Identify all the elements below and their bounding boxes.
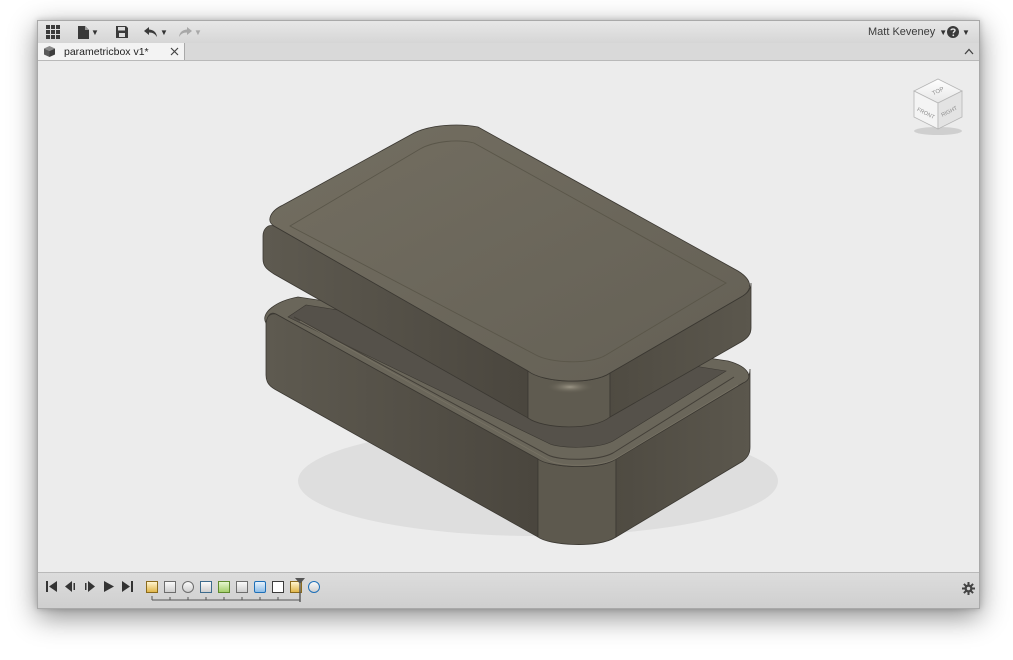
timeline-feature-move[interactable]: [254, 581, 266, 593]
chevron-down-icon: ▼: [194, 27, 202, 37]
gear-icon[interactable]: [962, 582, 975, 595]
timeline-feature-combine[interactable]: [236, 581, 248, 593]
component-icon: [44, 46, 55, 57]
chevron-down-icon: ▼: [160, 27, 168, 37]
document-tab[interactable]: parametricbox v1*: [38, 43, 185, 60]
lid-corner-highlight: [544, 380, 596, 394]
play-icon[interactable]: [103, 581, 114, 592]
user-menu[interactable]: Matt Keveney ▼: [868, 21, 947, 43]
save-icon: [116, 26, 128, 38]
timeline-feature-split[interactable]: [218, 581, 230, 593]
chevron-down-icon: ▼: [962, 27, 970, 37]
skip-to-start-icon[interactable]: [46, 581, 57, 592]
tray-front-corner: [537, 458, 617, 545]
timeline-marker[interactable]: [295, 578, 305, 602]
timeline-feature-fillet[interactable]: [182, 581, 194, 593]
chevron-up-icon[interactable]: [964, 48, 974, 55]
undo-icon: [144, 26, 157, 37]
app-window: ▼ ▼ ▼ Matt Keveney ▼ ▼ parametricbox v1*…: [37, 20, 980, 609]
tab-bar: parametricbox v1*: [38, 43, 979, 61]
timeline-feature-shell[interactable]: [200, 581, 212, 593]
help-icon: [947, 26, 959, 38]
redo-button[interactable]: ▼: [178, 21, 202, 43]
file-menu-button[interactable]: ▼: [78, 21, 99, 43]
timeline-playback-controls: [46, 581, 133, 592]
file-icon: [78, 25, 89, 39]
tab-label: parametricbox v1*: [64, 45, 149, 58]
skip-to-end-icon[interactable]: [122, 581, 133, 592]
timeline-feature-sketch[interactable]: [146, 581, 158, 593]
undo-button[interactable]: ▼: [144, 21, 168, 43]
redo-icon: [179, 26, 192, 37]
timeline-feature-fillet-2[interactable]: [308, 581, 320, 593]
model-view[interactable]: [38, 61, 979, 572]
save-button[interactable]: [116, 21, 128, 43]
close-icon[interactable]: [170, 47, 179, 56]
top-toolbar: ▼ ▼ ▼ Matt Keveney ▼ ▼: [38, 21, 979, 44]
canvas-viewport[interactable]: TOP FRONT RIGHT: [38, 61, 979, 572]
timeline-feature-move-2[interactable]: [272, 581, 284, 593]
chevron-down-icon: ▼: [939, 27, 948, 37]
grid-icon: [46, 25, 60, 39]
timeline-track[interactable]: [146, 594, 306, 602]
step-forward-icon[interactable]: [84, 581, 95, 592]
help-menu-button[interactable]: ▼: [947, 21, 970, 43]
step-back-icon[interactable]: [65, 581, 76, 592]
data-panel-button[interactable]: [46, 21, 60, 43]
timeline-bar: [38, 572, 979, 608]
timeline-feature-extrude[interactable]: [164, 581, 176, 593]
user-name: Matt Keveney: [868, 26, 936, 38]
chevron-down-icon: ▼: [91, 27, 99, 37]
